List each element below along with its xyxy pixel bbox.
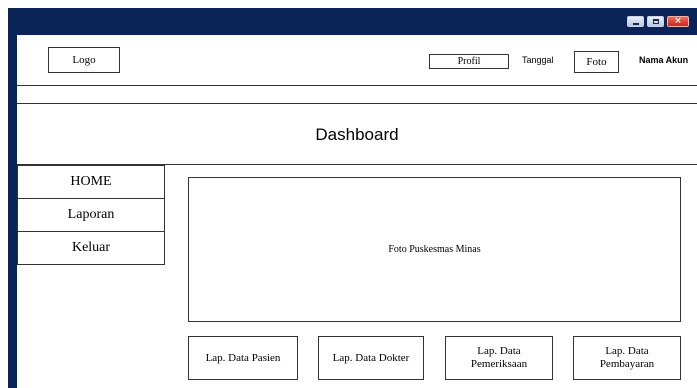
app-window: × Logo Profil Tanggal Foto Nama Akun Das…	[8, 8, 697, 388]
photo-placeholder: Foto Puskesmas Minas	[188, 177, 681, 322]
sidebar-item-keluar[interactable]: Keluar	[17, 231, 165, 265]
window-content: Logo Profil Tanggal Foto Nama Akun Dashb…	[17, 35, 697, 388]
profile-button[interactable]: Profil	[429, 54, 509, 69]
close-button[interactable]: ×	[667, 16, 689, 27]
minimize-button[interactable]	[627, 16, 644, 27]
close-icon: ×	[674, 16, 682, 26]
page-title: Dashboard	[315, 125, 399, 144]
maximize-icon	[652, 19, 659, 24]
title-band-top-divider	[17, 103, 697, 104]
report-patient-button[interactable]: Lap. Data Pasien	[188, 336, 298, 380]
sidebar-item-laporan[interactable]: Laporan	[17, 198, 165, 232]
report-examination-button[interactable]: Lap. Data Pemeriksaan	[445, 336, 553, 380]
account-name: Nama Akun	[639, 55, 689, 65]
report-doctor-button[interactable]: Lap. Data Dokter	[318, 336, 424, 380]
header-divider	[17, 85, 697, 86]
sidebar-item-home[interactable]: HOME	[17, 165, 165, 199]
date-label: Tanggal	[522, 55, 554, 65]
maximize-button[interactable]	[647, 16, 664, 27]
minimize-icon	[632, 22, 639, 25]
window-controls: ×	[627, 16, 689, 27]
user-photo: Foto	[574, 51, 619, 73]
logo: Logo	[48, 47, 120, 73]
report-payment-button[interactable]: Lap. Data Pembayaran	[573, 336, 681, 380]
